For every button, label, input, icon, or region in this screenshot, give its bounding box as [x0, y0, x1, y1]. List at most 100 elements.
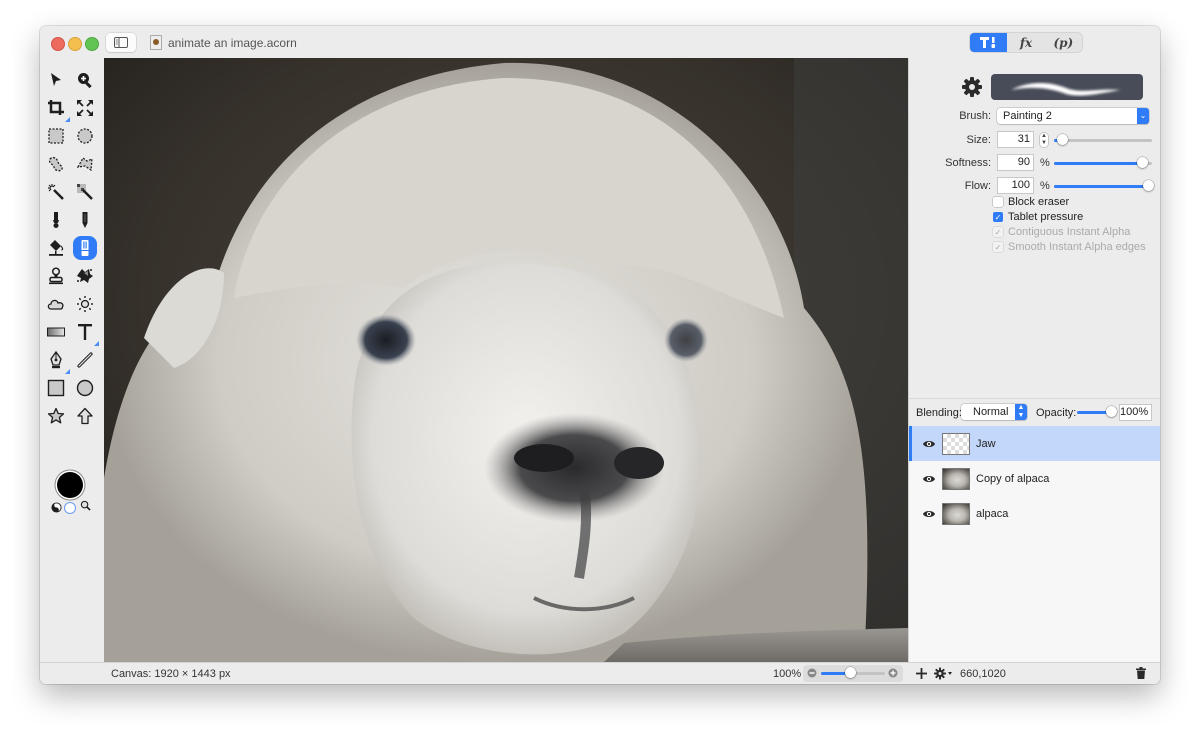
inspector-mode-segmented-control: fx (p): [970, 33, 1082, 52]
softness-slider[interactable]: [1054, 156, 1152, 169]
gear-icon[interactable]: [961, 76, 983, 98]
loupe-icon[interactable]: [80, 500, 91, 511]
expand-arrows-icon: [77, 100, 93, 116]
sun-icon: [77, 296, 93, 312]
sidebar-icon: [114, 37, 128, 48]
tablet-pressure-checkbox[interactable]: ✓ Tablet pressure: [993, 211, 1083, 223]
flow-row: Flow: 100 %: [915, 177, 1154, 194]
layer-row[interactable]: Copy of alpaca: [909, 461, 1160, 496]
submenu-indicator-icon: [94, 341, 99, 346]
dodge-tool[interactable]: [73, 292, 97, 316]
lasso-tool[interactable]: [44, 152, 68, 176]
effects-inspector-tab[interactable]: fx: [1007, 33, 1044, 52]
checkbox-checked-icon[interactable]: ✓: [993, 212, 1003, 222]
oval-shape-tool[interactable]: [73, 376, 97, 400]
swap-colors-icon[interactable]: [51, 502, 62, 513]
magic-wand-tool[interactable]: [44, 180, 68, 204]
stamp-icon: [49, 267, 63, 285]
trash-icon[interactable]: [1136, 667, 1146, 679]
clone-stamp-tool[interactable]: [44, 264, 68, 288]
foreground-color-well[interactable]: [57, 472, 83, 498]
zoom-window-button[interactable]: [85, 37, 99, 51]
zoom-in-icon[interactable]: [888, 668, 899, 679]
layer-row[interactable]: alpaca: [909, 496, 1160, 531]
zoom-tool[interactable]: [73, 68, 97, 92]
zoom-slider-knob[interactable]: [844, 667, 856, 678]
brush-preview[interactable]: [991, 74, 1143, 100]
tool-palette: [40, 58, 104, 662]
eraser-tool[interactable]: [73, 236, 97, 260]
eye-visibility-icon[interactable]: [922, 437, 936, 451]
flow-label: Flow:: [964, 179, 991, 192]
brush-popup[interactable]: Painting 2 ⌄: [997, 108, 1149, 124]
close-window-button[interactable]: [51, 37, 65, 51]
pencil-icon: [82, 212, 88, 228]
size-stepper[interactable]: ▲ ▼: [1040, 132, 1048, 147]
burn-tool[interactable]: [44, 292, 68, 316]
square-icon: [47, 379, 65, 397]
layers-list: Jaw Copy of alpaca alpaca: [908, 426, 1160, 662]
arrow-pointer-icon: [51, 73, 61, 86]
text-tool[interactable]: [73, 320, 99, 346]
background-color-well[interactable]: [65, 503, 75, 513]
zoom-control: [803, 665, 903, 682]
softness-field[interactable]: 90: [997, 154, 1034, 171]
sidebar-toggle-button[interactable]: [106, 33, 136, 52]
opacity-slider-knob[interactable]: [1106, 406, 1117, 417]
checkbox-checked-disabled-icon: ✓: [993, 242, 1003, 252]
line-tool[interactable]: [73, 348, 97, 372]
flow-slider-knob[interactable]: [1143, 179, 1154, 191]
add-layer-icon[interactable]: [916, 668, 927, 679]
star-shape-tool[interactable]: [44, 404, 68, 428]
softness-slider-knob[interactable]: [1137, 156, 1149, 168]
size-slider[interactable]: [1054, 133, 1152, 146]
brush-row: Brush: Painting 2 ⌄: [915, 108, 1149, 124]
smudge-tool[interactable]: [73, 264, 97, 288]
crop-tool[interactable]: [44, 96, 70, 122]
blending-mode-popup[interactable]: Normal ▲ ▼: [961, 404, 1027, 420]
size-slider-knob[interactable]: [1056, 133, 1068, 145]
acorn-document-icon: [150, 35, 162, 50]
pencil-tool[interactable]: [73, 208, 97, 232]
checkbox-unchecked-icon[interactable]: [993, 197, 1003, 207]
gradient-icon: [47, 327, 65, 337]
instant-alpha-tool[interactable]: [73, 180, 97, 204]
zoom-slider[interactable]: [821, 667, 885, 679]
ellipse-select-tool[interactable]: [73, 124, 97, 148]
submenu-indicator-icon: [65, 117, 70, 122]
softness-slider-fill: [1054, 161, 1143, 165]
plugins-inspector-tab[interactable]: (p): [1045, 33, 1082, 52]
tools-inspector-tab[interactable]: [970, 33, 1008, 52]
contiguous-instant-alpha-checkbox: ✓ Contiguous Instant Alpha: [993, 226, 1130, 238]
image-canvas[interactable]: [104, 58, 908, 662]
select-arrow-tool[interactable]: [44, 68, 68, 92]
size-field[interactable]: 31: [997, 131, 1034, 148]
gradient-tool[interactable]: [44, 320, 68, 344]
line-icon: [77, 352, 93, 368]
brush-stroke-preview: [1011, 83, 1121, 96]
block-eraser-checkbox[interactable]: Block eraser: [993, 196, 1069, 208]
polygon-lasso-icon: [76, 157, 93, 172]
brush-tool[interactable]: [44, 208, 68, 232]
bezier-pen-tool[interactable]: [44, 348, 70, 374]
zoom-out-icon[interactable]: [807, 668, 818, 679]
eye-visibility-icon[interactable]: [922, 507, 936, 521]
flow-slider[interactable]: [1054, 179, 1154, 192]
rect-select-tool[interactable]: [44, 124, 68, 148]
arrow-shape-tool[interactable]: [73, 404, 97, 428]
paint-bucket-tool[interactable]: [44, 236, 68, 260]
effects-icon: fx: [1019, 35, 1033, 50]
flow-field[interactable]: 100: [997, 177, 1034, 194]
polygon-lasso-tool[interactable]: [73, 152, 97, 176]
layer-row[interactable]: Jaw: [909, 426, 1160, 461]
crop-icon: [48, 100, 64, 115]
rectangle-shape-tool[interactable]: [44, 376, 68, 400]
layer-actions-gear-icon[interactable]: [934, 667, 954, 680]
opacity-field[interactable]: 100%: [1119, 404, 1152, 421]
minimize-window-button[interactable]: [68, 37, 82, 51]
eye-visibility-icon[interactable]: [922, 472, 936, 486]
opacity-slider[interactable]: [1077, 406, 1117, 418]
transform-tool[interactable]: [73, 96, 97, 120]
document-title-text: animate an image.acorn: [168, 35, 297, 50]
document-title: animate an image.acorn: [150, 35, 297, 50]
